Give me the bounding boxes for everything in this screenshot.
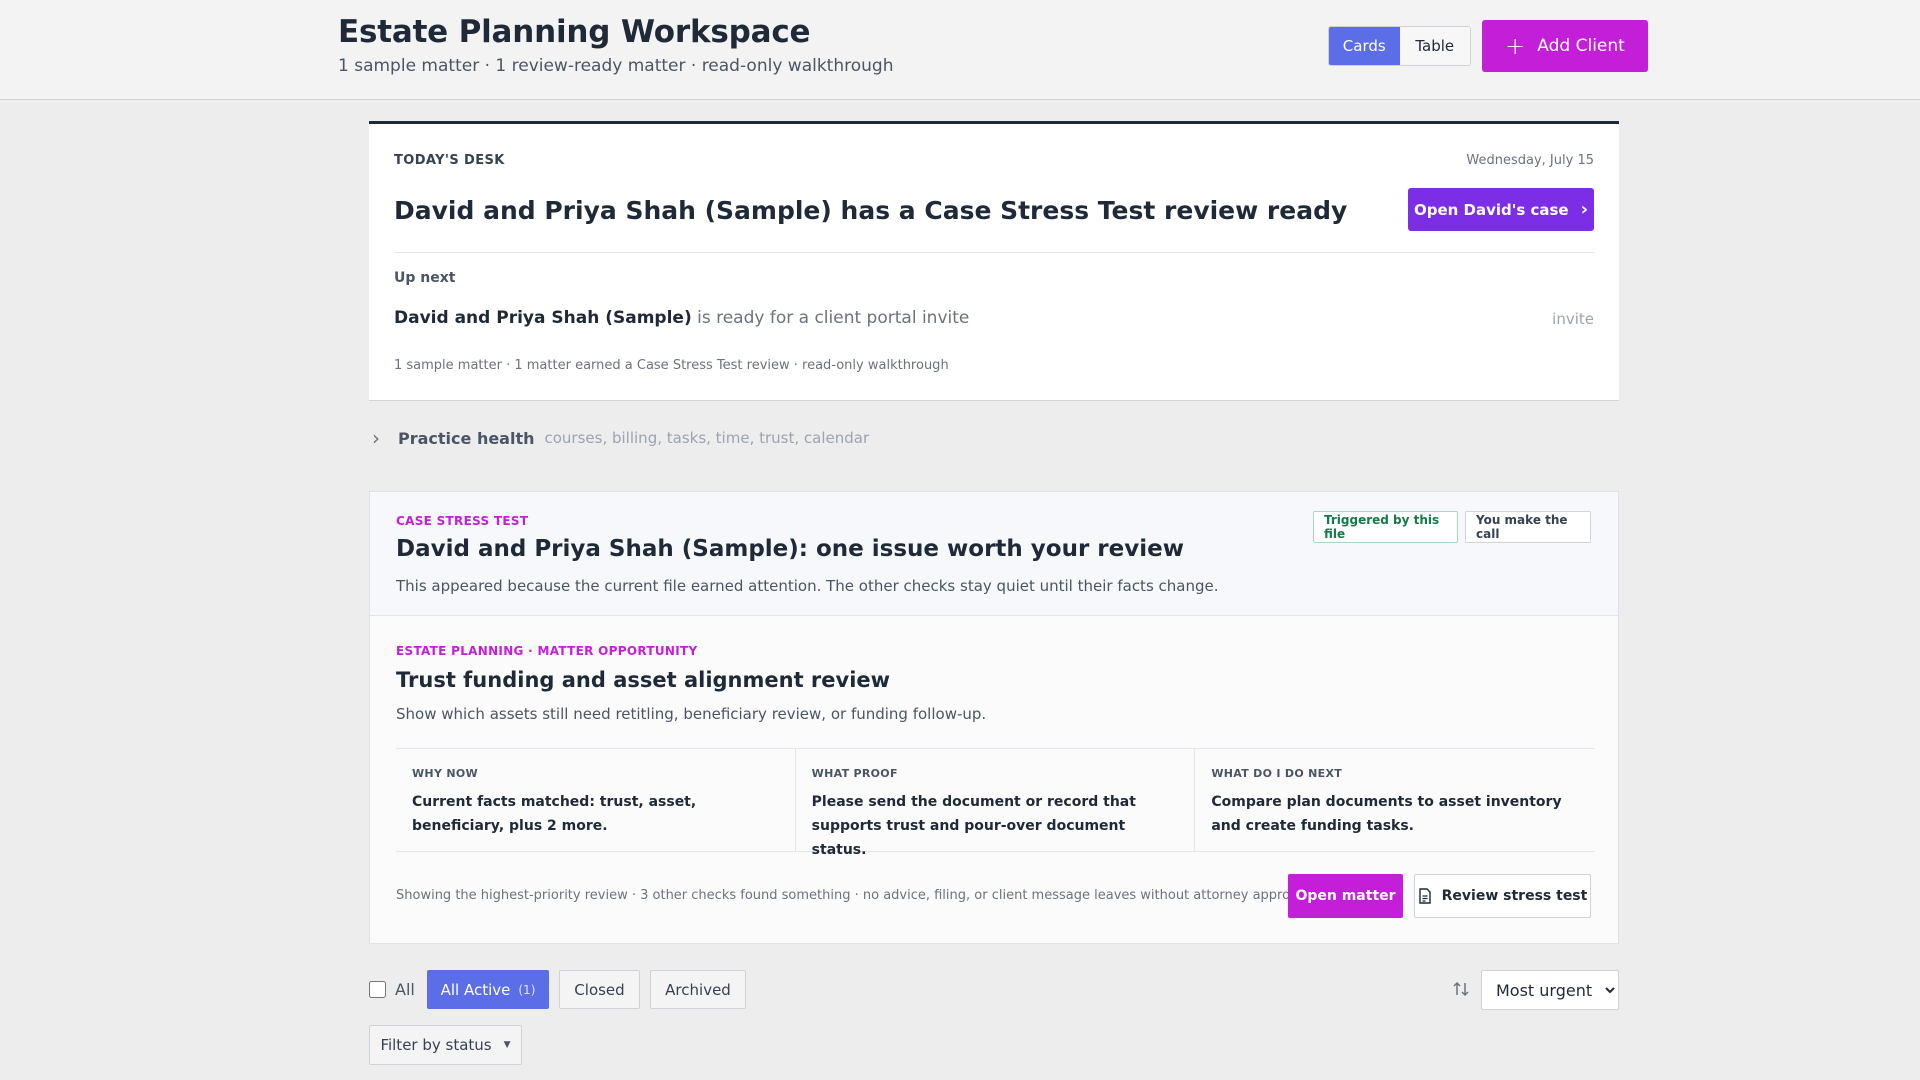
todays-desk-card: TODAY'S DESK Wednesday, July 15 David an…	[369, 121, 1619, 401]
open-case-button[interactable]: Open David's case ›	[1408, 188, 1594, 231]
practice-health-label: Practice health	[398, 428, 535, 448]
fact-text: Current facts matched: trust, asset, ben…	[412, 794, 697, 834]
stress-test-footnote: Showing the highest-priority review · 3 …	[396, 888, 1314, 903]
select-all[interactable]: All	[369, 980, 415, 999]
up-next-client[interactable]: David and Priya Shah (Sample)	[394, 308, 692, 328]
fact-text: Compare plan documents to asset inventor…	[1211, 794, 1562, 834]
desk-divider	[394, 252, 1594, 253]
desk-headline: David and Priya Shah (Sample) has a Case…	[394, 196, 1348, 225]
stress-test-header: CASE STRESS TEST David and Priya Shah (S…	[370, 492, 1618, 616]
tab-all-active[interactable]: All Active (1)	[427, 970, 549, 1009]
opportunity-title: Trust funding and asset alignment review	[396, 668, 891, 692]
review-stress-test-button[interactable]: Review stress test	[1414, 874, 1591, 918]
select-all-checkbox[interactable]	[369, 981, 386, 998]
fact-what-next: WHAT DO I DO NEXT Compare plan documents…	[1195, 749, 1594, 851]
opportunity-description: Show which assets still need retitling, …	[396, 705, 987, 723]
fact-what-proof: WHAT PROOF Please send the document or r…	[796, 749, 1196, 858]
add-client-button[interactable]: + Add Client	[1482, 20, 1648, 72]
tab-archived[interactable]: Archived	[650, 970, 746, 1009]
top-bar: Estate Planning Workspace 1 sample matte…	[0, 0, 1920, 100]
view-toggle: Cards Table	[1328, 26, 1471, 66]
sort-icon[interactable]	[1451, 979, 1471, 999]
triggered-badge: Triggered by this file	[1313, 511, 1458, 543]
facts-grid: WHY NOW Current facts matched: trust, as…	[396, 748, 1594, 858]
page-title: Estate Planning Workspace	[338, 14, 811, 50]
view-table-button[interactable]: Table	[1399, 27, 1470, 65]
fact-label: WHY NOW	[412, 767, 478, 780]
stress-test-eyebrow: CASE STRESS TEST	[396, 514, 529, 528]
open-case-label: Open David's case	[1413, 200, 1569, 219]
view-cards-button[interactable]: Cards	[1329, 27, 1400, 65]
up-next-item[interactable]: David and Priya Shah (Sample) is ready f…	[394, 308, 969, 328]
desk-eyebrow: TODAY'S DESK	[394, 153, 505, 168]
fact-why-now: WHY NOW Current facts matched: trust, as…	[396, 749, 796, 851]
page-subtitle: 1 sample matter · 1 review-ready matter …	[338, 56, 894, 76]
tab-count-badge: (1)	[518, 982, 536, 997]
chevron-right-icon: ›	[1580, 198, 1589, 220]
open-matter-button[interactable]: Open matter	[1288, 874, 1403, 918]
review-stress-test-label: Review stress test	[1441, 888, 1588, 904]
up-next-text: is ready for a client portal invite	[697, 308, 970, 328]
desk-meta: 1 sample matter · 1 matter earned a Case…	[394, 358, 949, 373]
stress-test-title: David and Priya Shah (Sample): one issue…	[396, 536, 1184, 562]
desk-date: Wednesday, July 15	[1466, 153, 1594, 168]
add-client-label: Add Client	[1537, 36, 1625, 56]
up-next-tag: invite	[1552, 310, 1594, 328]
tab-all-active-label: All Active	[440, 980, 511, 999]
plus-icon: +	[1505, 32, 1526, 60]
document-icon	[1418, 888, 1431, 904]
stress-test-panel: CASE STRESS TEST David and Priya Shah (S…	[369, 491, 1619, 944]
fact-label: WHAT PROOF	[811, 767, 898, 780]
fact-text: Please send the document or record that …	[811, 794, 1136, 858]
tab-closed[interactable]: Closed	[559, 970, 640, 1009]
stress-test-description: This appeared because the current file e…	[396, 577, 1219, 595]
fact-label: WHAT DO I DO NEXT	[1211, 767, 1343, 780]
sort-select[interactable]: Most urgent	[1481, 970, 1619, 1010]
opportunity-eyebrow: ESTATE PLANNING · MATTER OPPORTUNITY	[396, 644, 698, 658]
filter-by-status-button[interactable]: Filter by status ▼	[369, 1025, 522, 1065]
chevron-right-icon: ›	[372, 426, 380, 450]
caret-down-icon: ▼	[503, 1040, 511, 1050]
up-next-label: Up next	[394, 270, 456, 286]
you-make-the-call-badge: You make the call	[1465, 511, 1591, 543]
select-all-label: All	[395, 980, 415, 999]
practice-health-toggle[interactable]: › Practice health courses, billing, task…	[372, 426, 869, 450]
filter-by-status-label: Filter by status	[380, 1036, 492, 1054]
practice-health-sub: courses, billing, tasks, time, trust, ca…	[544, 429, 870, 447]
